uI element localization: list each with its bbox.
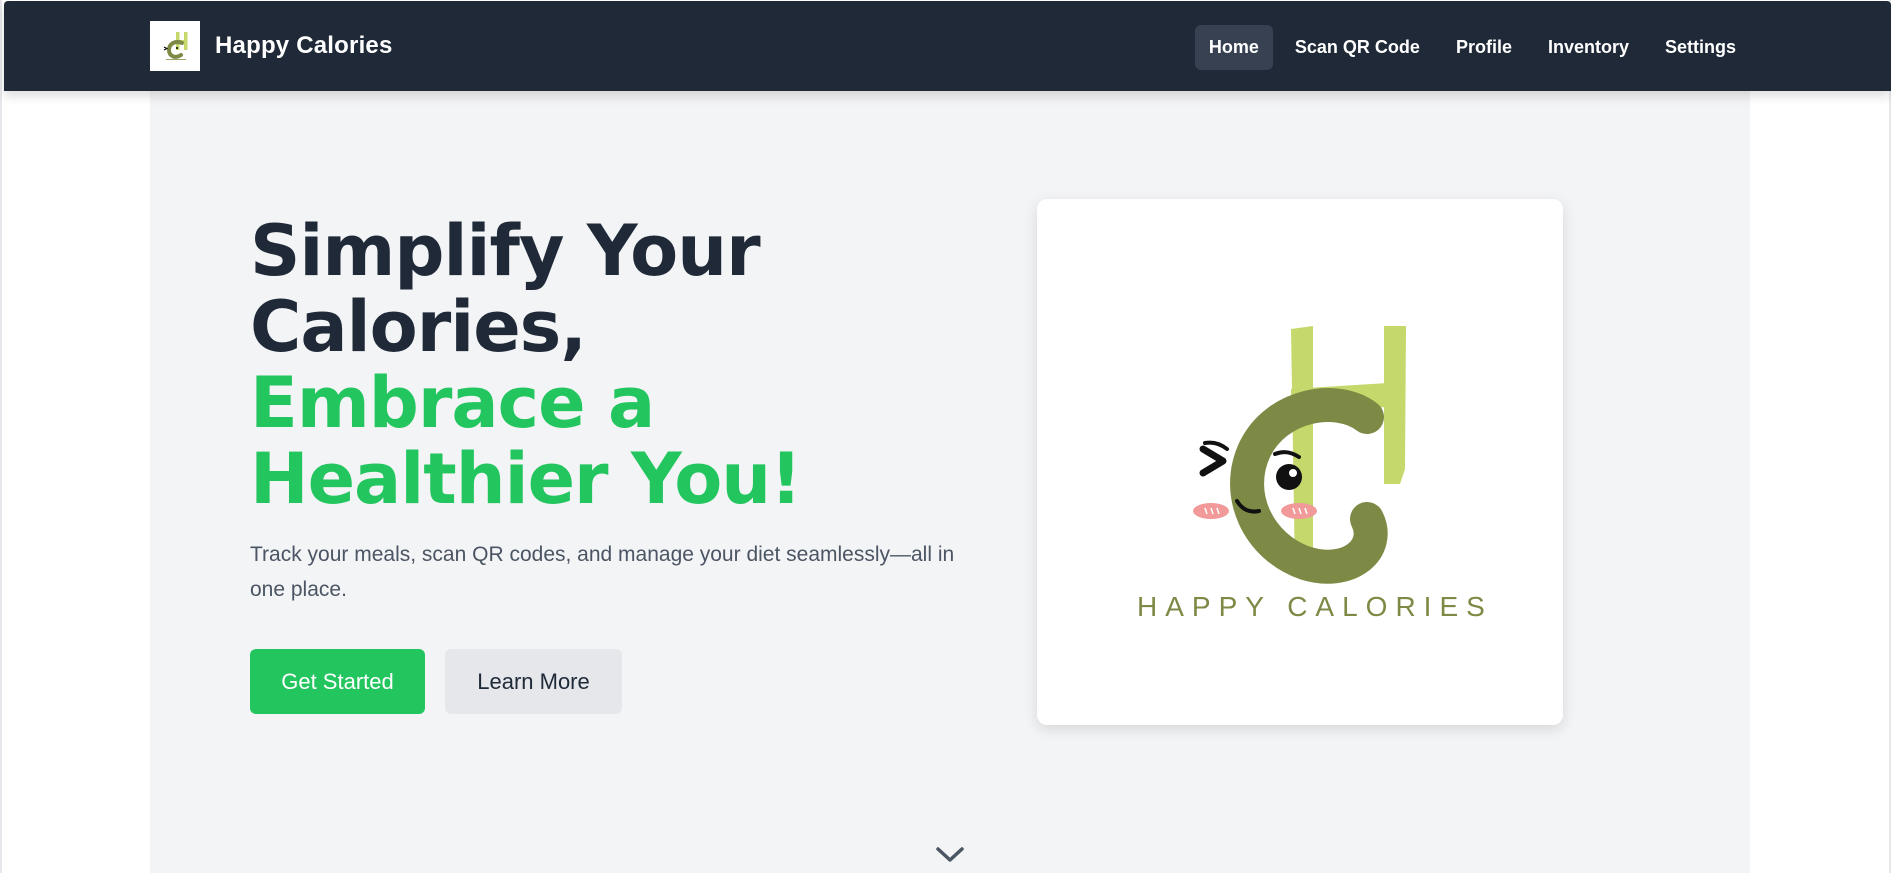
hero-headline: Simplify Your Calories, Embrace a Health… xyxy=(250,213,870,517)
logo-caption: HAPPY CALORIES xyxy=(1137,591,1493,622)
logo-card: HAPPY CALORIES xyxy=(1037,199,1563,725)
headline-line-1: Simplify Your Calories, xyxy=(250,210,761,368)
brand[interactable]: Happy Calories xyxy=(150,21,393,71)
hero-section: Simplify Your Calories, Embrace a Health… xyxy=(150,91,1750,873)
top-navbar: Happy Calories Home Scan QR Code Profile… xyxy=(4,1,1891,91)
nav-item-home[interactable]: Home xyxy=(1194,25,1273,70)
chevron-down-icon[interactable] xyxy=(934,844,966,864)
brand-logo-icon[interactable] xyxy=(150,21,200,71)
browser-frame: Happy Calories Home Scan QR Code Profile… xyxy=(0,0,1891,873)
nav-item-profile[interactable]: Profile xyxy=(1442,25,1526,70)
nav-item-scan-qr-code[interactable]: Scan QR Code xyxy=(1281,25,1434,70)
nav-item-inventory[interactable]: Inventory xyxy=(1534,25,1643,70)
learn-more-button[interactable]: Learn More xyxy=(445,649,622,714)
happy-calories-logo-icon xyxy=(1193,326,1406,584)
hero-subtitle: Track your meals, scan QR codes, and man… xyxy=(250,543,955,601)
headline-line-2: Embrace a Healthier You! xyxy=(250,362,802,520)
brand-name[interactable]: Happy Calories xyxy=(215,32,393,60)
get-started-button[interactable]: Get Started xyxy=(250,649,425,714)
nav-item-settings[interactable]: Settings xyxy=(1651,25,1750,70)
main-nav: Home Scan QR Code Profile Inventory Sett… xyxy=(1194,25,1750,70)
